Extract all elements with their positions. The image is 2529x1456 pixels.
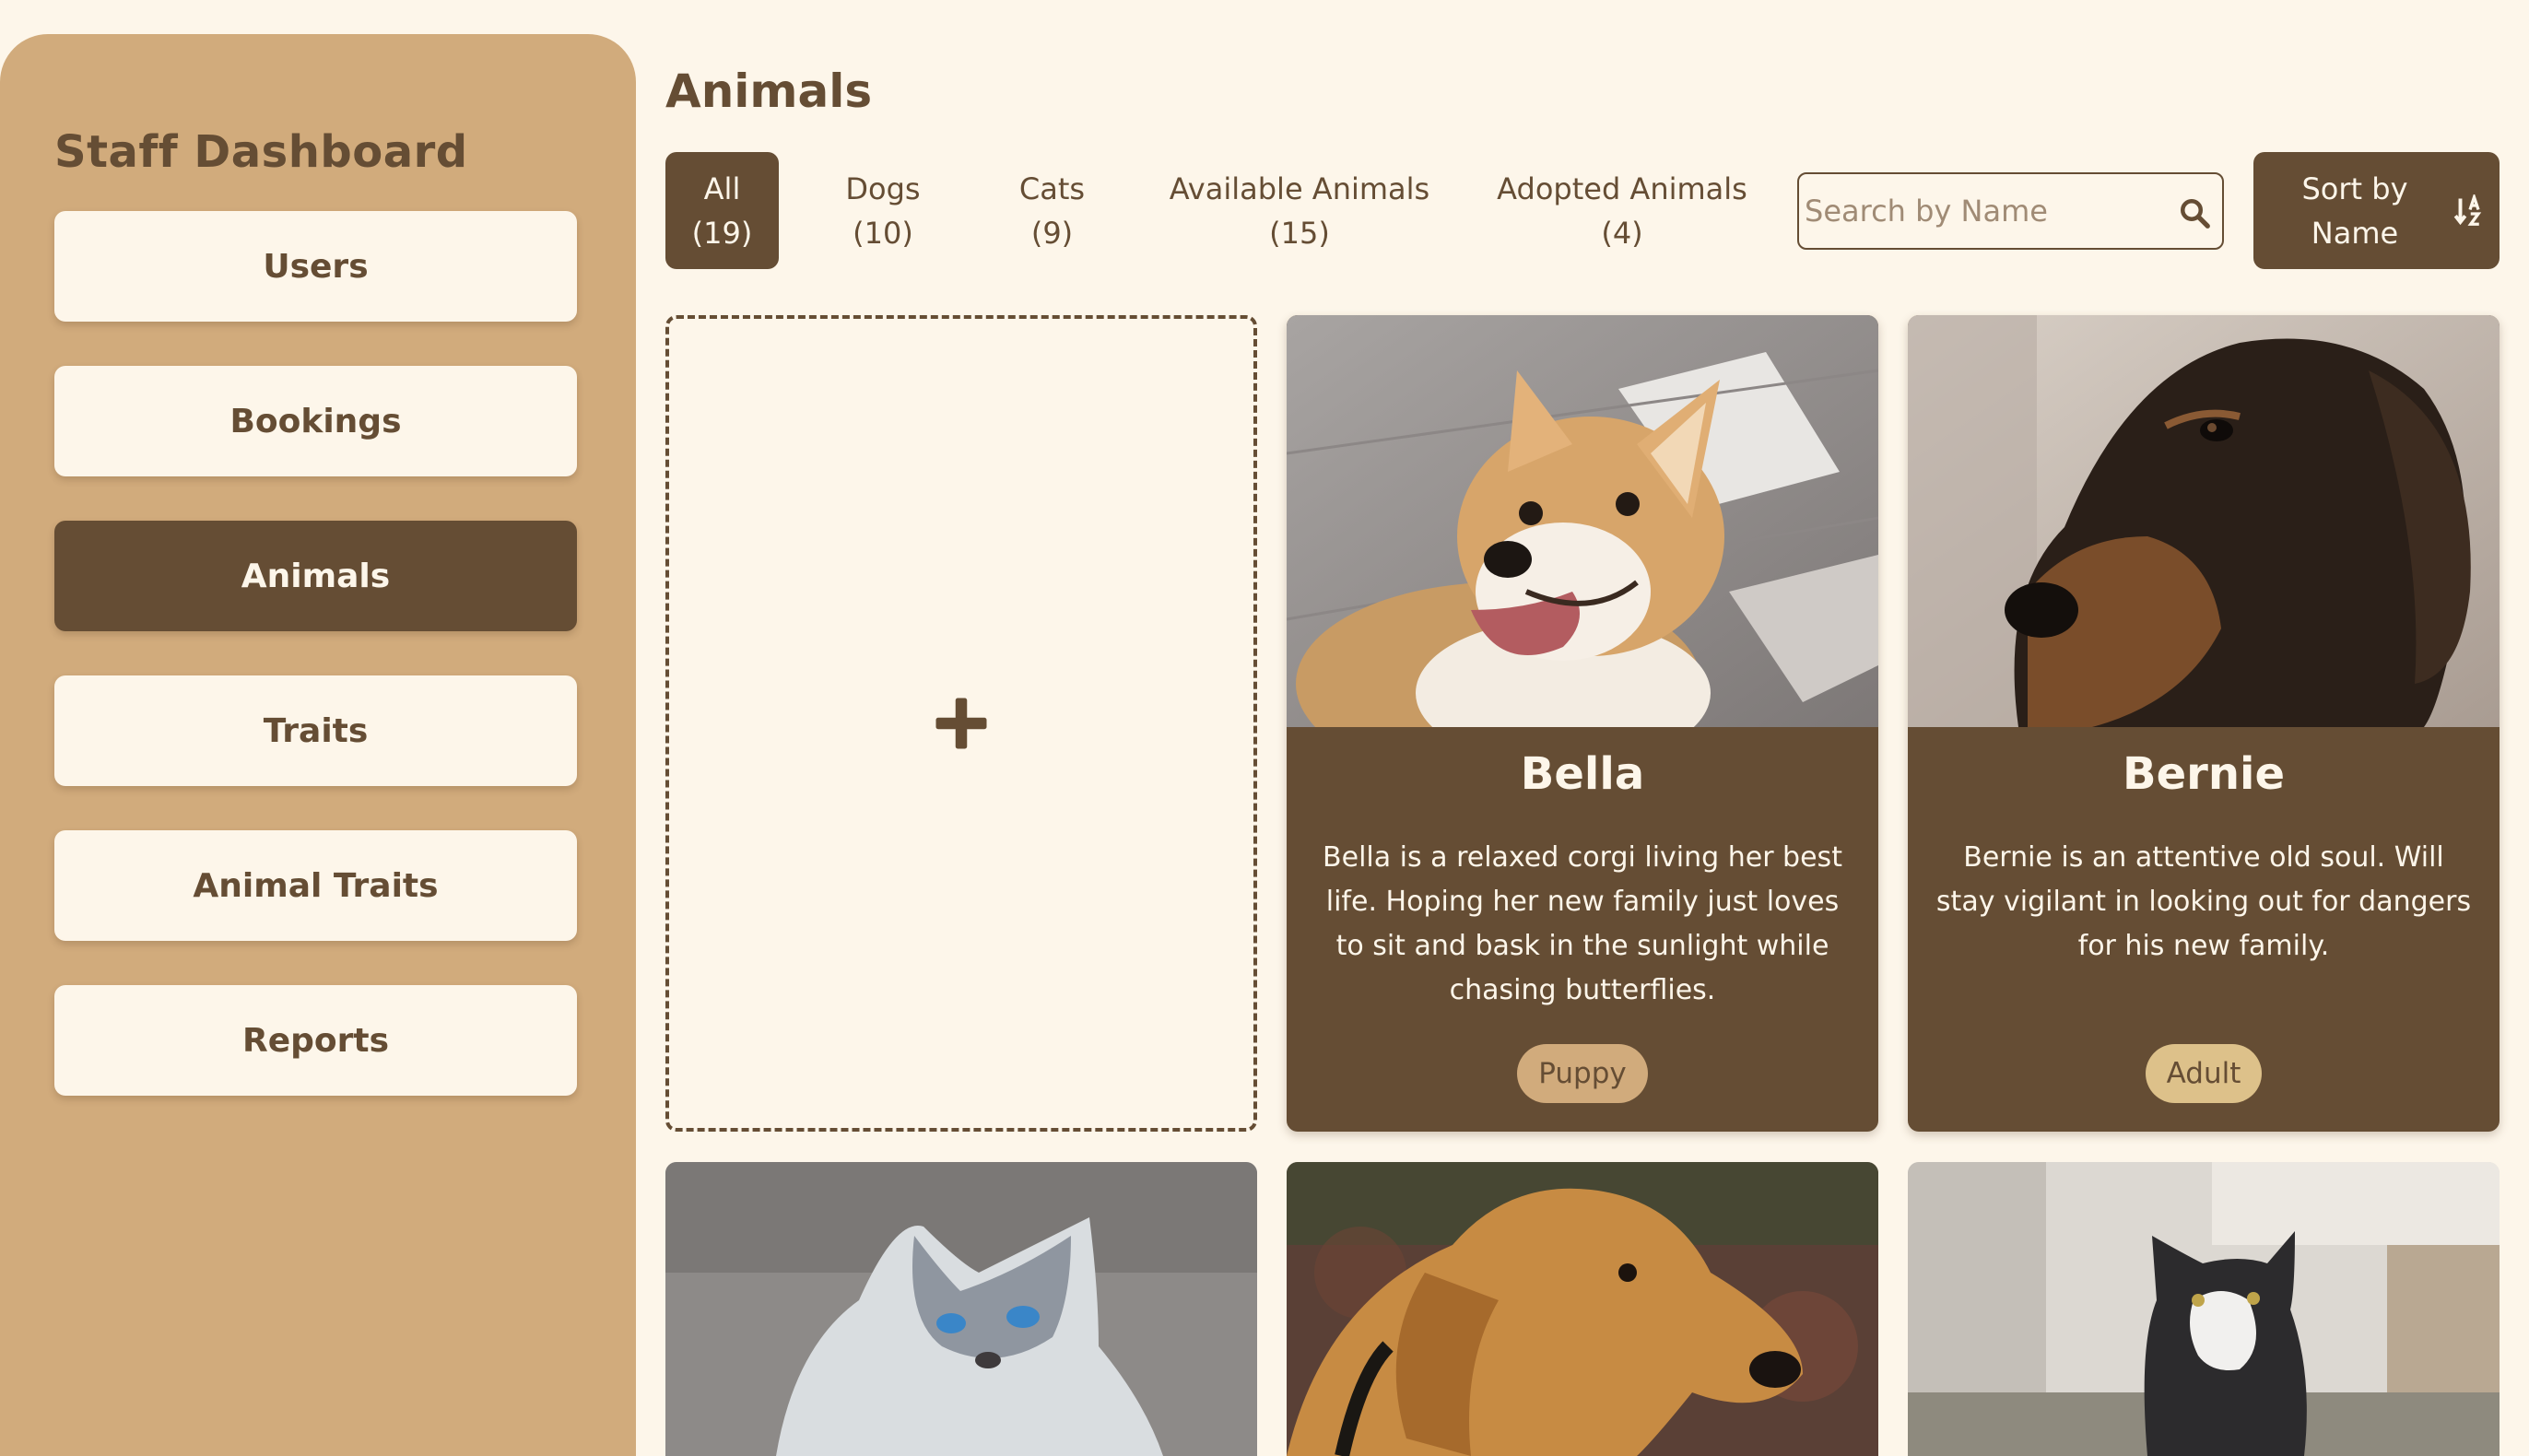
animal-photo [1908,315,2500,727]
tuxedo-cat-photo [1908,1162,2500,1456]
sidebar-title: Staff Dashboard [54,126,468,178]
animal-name: Bernie [2123,748,2285,800]
filter-count: (19) [691,215,753,251]
animal-card-cat-siamese[interactable] [665,1162,1257,1456]
filter-count: (4) [1601,215,1643,251]
filter-count: (9) [1030,215,1074,251]
page-title: Animals [665,65,873,118]
golden-retriever-photo [1287,1162,1878,1456]
animal-description: Bernie is an attentive old soul. Will st… [1935,841,2472,962]
siamese-cat-photo [665,1162,1257,1456]
dachshund-photo [1908,315,2500,727]
age-badge: Puppy [1517,1044,1648,1103]
filter-tab-cats[interactable]: Cats (9) [995,152,1109,269]
sidebar-item-reports[interactable]: Reports [54,985,577,1096]
sort-label-line2: Name [2311,215,2399,251]
add-animal-card[interactable] [665,315,1257,1132]
corgi-photo [1287,315,1878,727]
sort-button[interactable]: Sort by Name [2253,152,2500,269]
search-box [1797,172,2224,250]
filter-label: Cats [1018,170,1086,206]
filter-tab-dogs[interactable]: Dogs (10) [820,152,946,269]
filter-count: (10) [853,215,913,251]
filter-label: All [703,170,741,206]
animal-photo [1287,315,1878,727]
sidebar-item-bookings[interactable]: Bookings [54,366,577,476]
sort-label-line1: Sort by [2301,170,2408,206]
animal-card-cat-tuxedo[interactable] [1908,1162,2500,1456]
filter-count: (15) [1269,215,1330,251]
search-icon[interactable] [2178,196,2211,229]
sidebar-item-traits[interactable]: Traits [54,675,577,786]
animal-description: Bella is a relaxed corgi living her best… [1323,841,1842,1006]
animal-name: Bella [1520,748,1645,800]
filter-tab-available[interactable]: Available Animals (15) [1161,152,1438,269]
filter-label: Available Animals [1169,170,1430,206]
age-badge: Adult [2146,1044,2262,1103]
search-input[interactable] [1805,178,2173,244]
filter-tab-adopted[interactable]: Adopted Animals (4) [1484,152,1760,269]
animal-card-bella[interactable]: Bella Bella is a relaxed corgi living he… [1287,315,1878,1132]
sidebar-item-animal-traits[interactable]: Animal Traits [54,830,577,941]
sort-label: Sort by Name [2253,152,2456,269]
animal-card-dog-golden[interactable] [1287,1162,1878,1456]
filter-label: Adopted Animals [1497,170,1747,206]
sidebar-item-animals[interactable]: Animals [54,521,577,631]
plus-icon [935,698,987,749]
filter-tab-all[interactable]: All (19) [665,152,779,269]
animal-card-bernie[interactable]: Bernie Bernie is an attentive old soul. … [1908,315,2500,1132]
sidebar-item-users[interactable]: Users [54,211,577,322]
sort-alpha-down-icon [2453,194,2482,226]
filter-label: Dogs [845,170,921,206]
